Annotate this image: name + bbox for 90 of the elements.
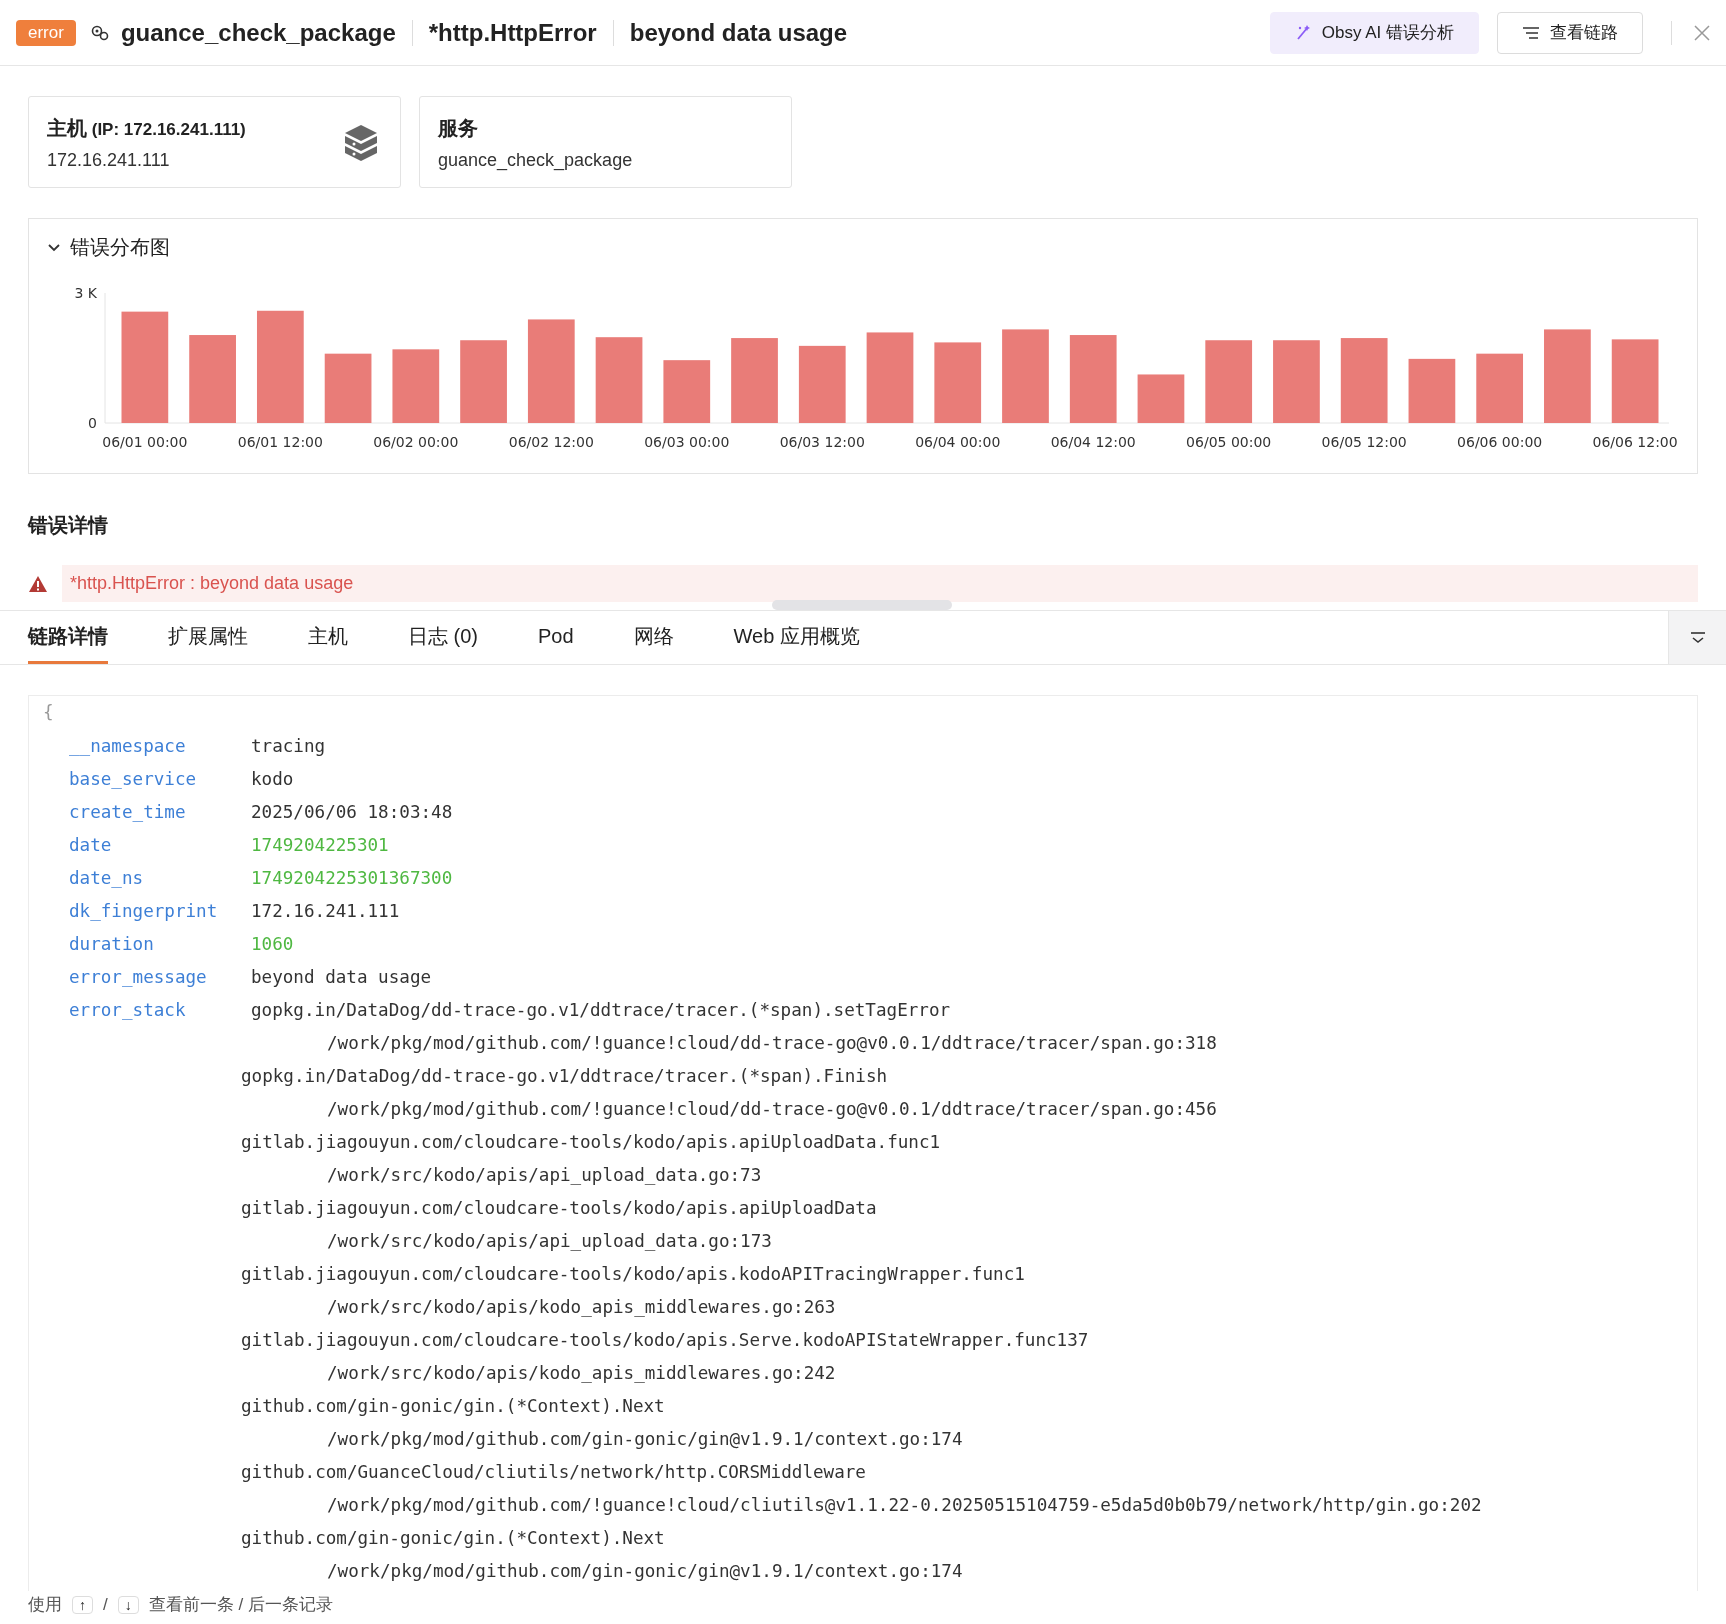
tab[interactable]: 链路详情 [28,611,108,664]
collapse-toggle[interactable]: 错误分布图 [29,219,1697,261]
stack-trace-line: /work/pkg/mod/github.com/gin-gonic/gin@v1.9.1/context.go:174 [326,1560,964,1583]
tab[interactable]: 扩展属性 [168,611,248,664]
warning-icon [28,574,48,593]
gears-icon [89,24,109,41]
x-tick-label: 06/06 00:00 [1457,434,1543,450]
json-key: dk_fingerprint [69,895,251,928]
tab[interactable]: 日志 (0) [408,611,478,664]
tab[interactable]: Web 应用概览 [733,611,860,664]
error-type-title: *http.HttpError [428,18,597,47]
json-key: __namespace [69,730,251,763]
json-value: 1749204225301 [251,834,389,857]
stack-trace-line: /work/pkg/mod/github.com/!guance!cloud/dd-trace-go@v0.0.1/ddtrace/tracer/span.go:456 [326,1098,1218,1121]
y-tick-label: 3 K [74,285,97,301]
json-value: tracing [251,735,326,758]
stack-trace-line: /work/pkg/mod/github.com/!guance!cloud/cliutils@v1.1.22-0.20250515104759-e5da5d0b0b79/network/http/gin.go:202 [326,1494,1483,1517]
close-button[interactable] [1692,22,1712,43]
stack-trace-line: /work/src/kodo/apis/api_upload_data.go:173 [326,1230,773,1253]
json-value: 172.16.241.111 [251,900,400,923]
stack-trace-line: github.com/gin-gonic/gin.(*Context).Next [240,1527,666,1550]
bar [1408,358,1456,423]
service-title: guance_check_package [120,18,396,47]
view-trace-button[interactable]: 查看链路 [1497,11,1643,54]
y-tick-label: 0 [88,415,97,431]
tab[interactable]: Pod [538,611,574,664]
stack-trace-line: /work/src/kodo/apis/api_upload_data.go:73 [326,1164,763,1187]
error-message-banner: *http.HttpError : beyond data usage [62,565,1698,602]
json-key: error_stack [69,994,251,1027]
key-cap: ↓ [117,1595,139,1614]
bar [1476,353,1523,423]
key-cap: ↑ [72,1595,93,1614]
hint-text: 使用 [28,1594,62,1616]
ai-analysis-button[interactable]: Obsy AI 错误分析 [1269,11,1479,54]
stack-trace-line: github.com/gin-gonic/gin.(*Context).Next [240,1395,666,1418]
json-value: kodo [251,768,294,791]
tab[interactable]: 网络 [633,611,674,664]
stack-trace-line: gitlab.jiagouyun.com/cloudcare-tools/kodo/apis.apiUploadData [240,1197,878,1220]
bar [663,360,711,423]
stack-trace-line: gitlab.jiagouyun.com/cloudcare-tools/kodo/apis.kodoAPITracingWrapper.func1 [240,1263,1026,1286]
json-key: date [69,829,251,862]
error-message-title: beyond data usage [629,18,848,47]
separator-text: / [103,1594,108,1615]
json-key: error_message [69,961,251,994]
card-value: guance_check_package [438,150,633,171]
status-badge: error [16,19,76,46]
stack-trace-line: /work/src/kodo/apis/kodo_apis_middlewares.go:242 [326,1362,837,1385]
card-value: 172.16.241.111 [47,150,171,171]
json-key: duration [69,928,251,961]
tab[interactable]: 主机 [308,611,348,664]
stack-trace-line: /work/pkg/mod/github.com/!guance!cloud/dd-trace-go@v0.0.1/ddtrace/tracer/span.go:318 [326,1032,1218,1055]
x-tick-label: 06/01 12:00 [237,434,323,450]
stack-trace-line: gitlab.jiagouyun.com/cloudcare-tools/kodo/apis.Serve.kodoAPIStateWrapper.func137 [240,1329,1090,1352]
bar [1137,374,1185,423]
x-tick-label: 06/03 12:00 [779,434,865,450]
stack-trace-line: gopkg.in/DataDog/dd-trace-go.v1/ddtrace/tracer.(*span).Finish [240,1065,889,1088]
x-tick-label: 06/05 00:00 [1186,434,1272,450]
x-tick-label: 06/03 00:00 [644,434,730,450]
section-title: 错误详情 [28,513,109,538]
json-key: base_service [69,763,251,796]
json-value: gopkg.in/DataDog/dd-trace-go.v1/ddtrace/tracer.(*span).setTagError [251,999,951,1022]
x-tick-label: 06/04 12:00 [1050,434,1136,450]
json-value: 1060 [251,933,294,956]
stack-trace-line: github.com/GuanceCloud/cliutils/network/http.CORSMiddleware [240,1461,867,1484]
magic-wand-icon [1294,24,1312,41]
close-icon [1694,24,1710,41]
json-key: create_time [69,796,251,829]
x-tick-label: 06/02 00:00 [373,434,459,450]
json-value: 2025/06/06 18:03:48 [251,801,453,824]
x-tick-label: 06/05 12:00 [1321,434,1407,450]
x-tick-label: 06/04 00:00 [915,434,1001,450]
hint-text: 查看前一条 / 后一条记录 [148,1594,333,1616]
stack-trace-line: /work/src/kodo/apis/kodo_apis_middlewares.go:263 [326,1296,837,1319]
collapse-button[interactable] [1668,611,1726,664]
stack-trace-line: gitlab.jiagouyun.com/cloudcare-tools/kodo/apis.apiUploadData.func1 [240,1131,942,1154]
json-key: date_ns [69,862,251,895]
server-stack-icon [342,123,380,163]
collapse-icon [1689,631,1706,644]
json-value: 1749204225301367300 [251,867,453,890]
x-tick-label: 06/06 12:00 [1592,434,1678,450]
card-title: 服务 [438,116,479,141]
x-tick-label: 06/01 00:00 [102,434,188,450]
bar [324,353,372,423]
filter-lines-icon [1522,24,1540,41]
card-title: 主机 (IP: 172.16.241.111) [47,116,246,141]
stack-trace-line: /work/pkg/mod/github.com/gin-gonic/gin@v1.9.1/context.go:174 [326,1428,964,1451]
x-tick-label: 06/02 12:00 [508,434,594,450]
json-value: beyond data usage [251,966,432,989]
brace: { [43,702,55,724]
resize-handle[interactable] [772,600,952,610]
